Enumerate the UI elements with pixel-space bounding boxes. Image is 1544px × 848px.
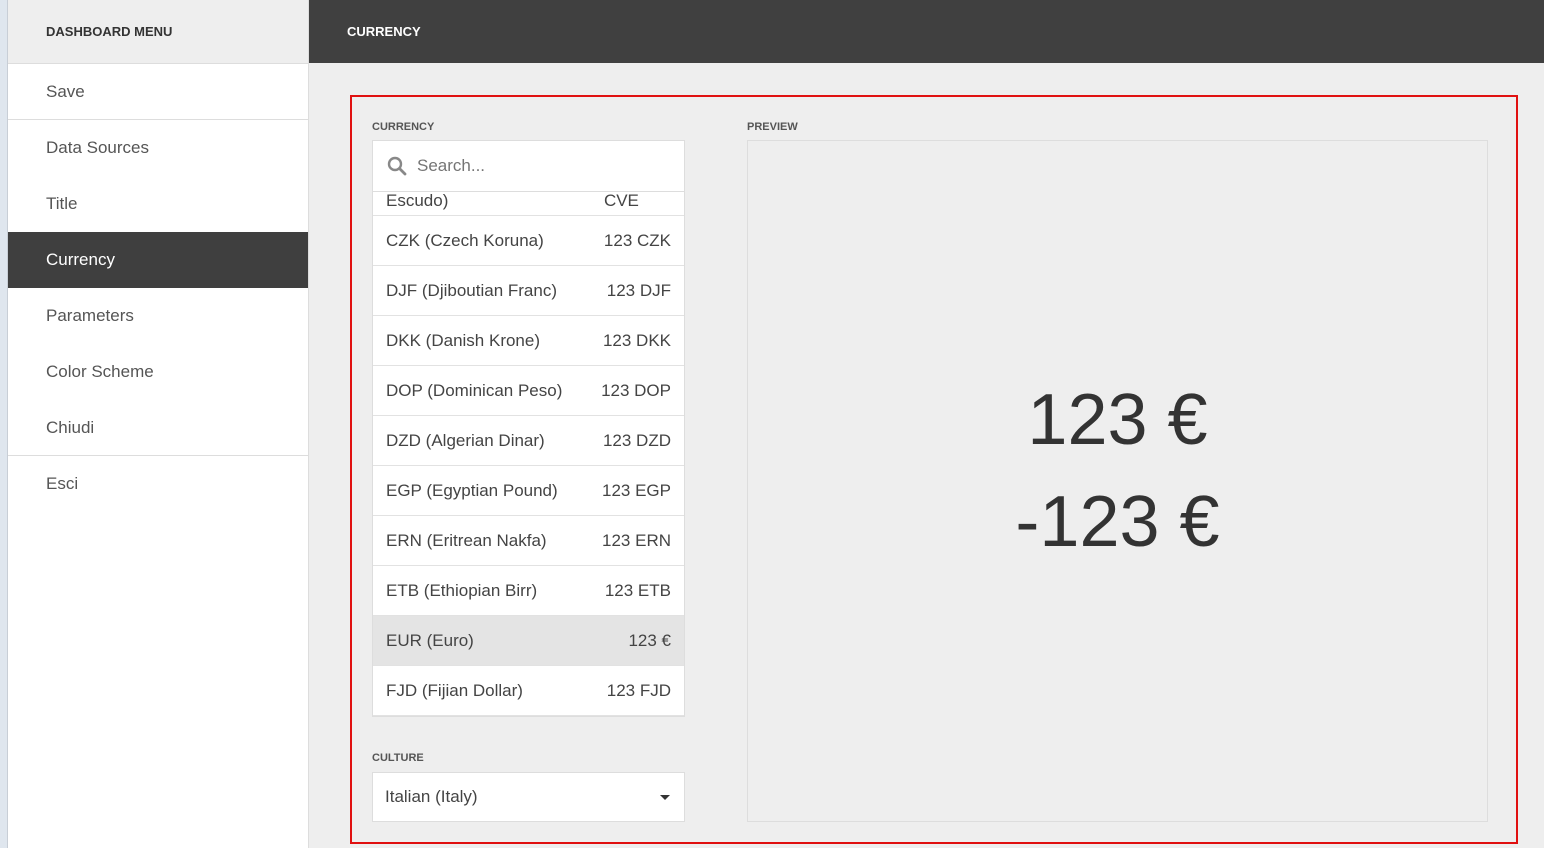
menu-title: DASHBOARD MENU bbox=[8, 0, 308, 64]
sidebar-item-esci[interactable]: Esci bbox=[8, 456, 308, 512]
search-icon bbox=[387, 156, 407, 176]
currency-sample: 123 € bbox=[628, 630, 671, 650]
sidebar-item-currency[interactable]: Currency bbox=[8, 232, 308, 288]
search-box bbox=[373, 141, 684, 192]
currency-name: DOP (Dominican Peso) bbox=[386, 380, 563, 400]
currency-sample: 123 FJD bbox=[606, 680, 671, 700]
currency-name: DZD (Algerian Dinar) bbox=[386, 430, 545, 450]
window-edge bbox=[0, 0, 8, 848]
currency-row[interactable]: DOP (Dominican Peso) 123 DOP bbox=[373, 366, 684, 416]
currency-row[interactable]: DKK (Danish Krone) 123 DKK bbox=[373, 316, 684, 366]
currency-sample: 123 ETB bbox=[604, 580, 671, 600]
currency-row[interactable]: ETB (Ethiopian Birr) 123 ETB bbox=[373, 566, 684, 616]
currency-sample: 123 DZD bbox=[602, 430, 671, 450]
currency-name: DJF (Djiboutian Franc) bbox=[386, 280, 557, 300]
currency-row[interactable]: ERN (Eritrean Nakfa) 123 ERN bbox=[373, 516, 684, 566]
currency-sample: 123 DKK bbox=[602, 330, 671, 350]
sidebar-item-chiudi[interactable]: Chiudi bbox=[8, 400, 308, 456]
dashboard-menu: DASHBOARD MENU Save Data Sources Title C… bbox=[8, 0, 309, 848]
sidebar-item-data-sources[interactable]: Data Sources bbox=[8, 120, 308, 176]
currency-name: CZK (Czech Koruna) bbox=[386, 230, 544, 250]
currency-row[interactable]: EGP (Egyptian Pound) 123 EGP bbox=[373, 466, 684, 516]
currency-sample: 123 DJF bbox=[606, 280, 671, 300]
caret-down-icon bbox=[660, 794, 670, 800]
currency-row[interactable]: DJF (Djiboutian Franc) 123 DJF bbox=[373, 266, 684, 316]
sidebar-item-save[interactable]: Save bbox=[8, 64, 308, 120]
sidebar-item-parameters[interactable]: Parameters bbox=[8, 288, 308, 344]
currency-name: DKK (Danish Krone) bbox=[386, 330, 541, 350]
currency-name: ERN (Eritrean Nakfa) bbox=[386, 530, 547, 550]
currency-sample: 123 ERN bbox=[602, 530, 671, 550]
culture-value: Italian (Italy) bbox=[385, 787, 478, 806]
preview-panel: 123 € -123 € bbox=[747, 140, 1488, 822]
sidebar-item-title[interactable]: Title bbox=[8, 176, 308, 232]
currency-row[interactable]: FJD (Fijian Dollar) 123 FJD bbox=[373, 666, 684, 716]
currency-row[interactable]: CZK (Czech Koruna) 123 CZK bbox=[373, 216, 684, 266]
page-title: CURRENCY bbox=[309, 0, 1544, 63]
currency-name: ETB (Ethiopian Birr) bbox=[386, 580, 538, 600]
currency-name: FJD (Fijian Dollar) bbox=[386, 680, 523, 700]
currency-sample: 123 DOP bbox=[601, 380, 671, 400]
currency-row[interactable]: EUR (Euro) 123 € bbox=[373, 616, 684, 666]
currency-label: CURRENCY bbox=[372, 121, 435, 133]
currency-row[interactable]: DZD (Algerian Dinar) 123 DZD bbox=[373, 416, 684, 466]
currency-sample: 123 EGP bbox=[602, 480, 671, 500]
sidebar-item-color-scheme[interactable]: Color Scheme bbox=[8, 344, 308, 400]
culture-select[interactable]: Italian (Italy) bbox=[372, 772, 685, 822]
currency-name: EGP (Egyptian Pound) bbox=[386, 480, 558, 500]
culture-label: CULTURE bbox=[372, 752, 424, 764]
preview-negative: -123 € bbox=[1015, 482, 1220, 562]
preview-label: PREVIEW bbox=[747, 121, 798, 133]
currency-name: EUR (Euro) bbox=[386, 630, 474, 650]
preview-positive: 123 € bbox=[1027, 380, 1208, 460]
search-input[interactable] bbox=[417, 156, 657, 176]
currency-list[interactable]: CVE (Cape Verdean Escudo)123 CVECZK (Cze… bbox=[372, 140, 685, 717]
currency-sample: 123 CZK bbox=[603, 230, 671, 250]
